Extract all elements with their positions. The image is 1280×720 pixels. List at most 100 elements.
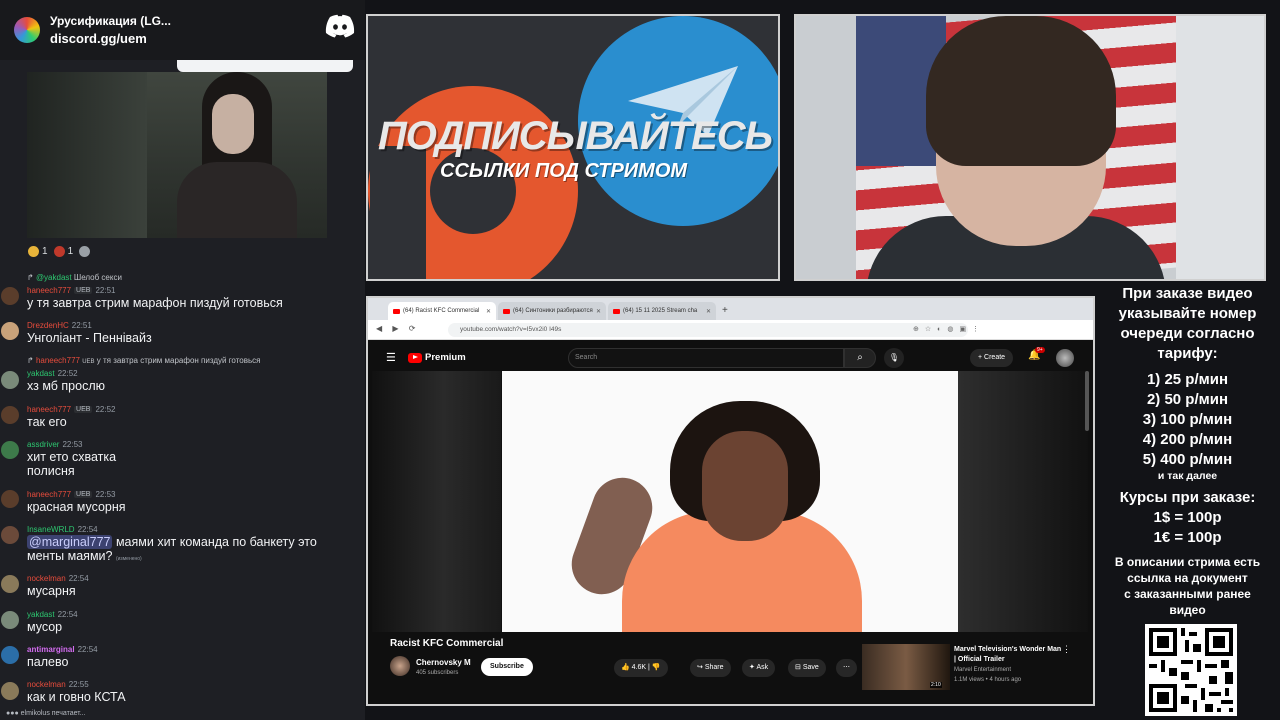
reply-preview[interactable]: ↱ haneech777 UEB у тя завтра стрим мараф… [27, 356, 260, 365]
avatar[interactable] [1, 371, 19, 389]
avatar[interactable] [1, 682, 19, 700]
scrollbar[interactable] [1085, 371, 1089, 431]
channel-name[interactable]: Chernovsky M [416, 658, 471, 667]
timestamp: 22:51 [95, 286, 116, 295]
reaction-heart-eyes[interactable]: 1 [53, 243, 73, 259]
message-text: Унголіант - Пеннівайз [27, 331, 152, 345]
message-meta: haneech777 UEB 22:52 [27, 405, 115, 414]
avatar[interactable] [1, 646, 19, 664]
close-tab-icon[interactable]: ✕ [706, 308, 711, 315]
username[interactable]: haneech777 [27, 405, 71, 414]
info-note-line: ссылка на документ [1127, 571, 1248, 585]
tab-stream-chat[interactable]: (64) 15 11 2025 Stream cha ✕ [608, 302, 716, 320]
more-icon[interactable]: ⋮ [1062, 644, 1071, 655]
embedded-image[interactable] [27, 72, 327, 238]
user-mention[interactable]: @marginal777 [27, 535, 113, 549]
username[interactable]: InsaneWRLD [27, 525, 75, 534]
like-button[interactable]: 👍 4.6K | 👎 [614, 659, 668, 677]
reply-preview[interactable]: ↱ @yakdast Шелоб секси [27, 273, 122, 282]
user-tag: UEB [74, 406, 93, 413]
mic-icon[interactable]: 🎙 [884, 348, 904, 368]
info-heading-line: очереди согласно [1120, 325, 1255, 342]
reaction-medal[interactable]: 1 [28, 243, 48, 259]
timestamp: 22:53 [62, 440, 83, 449]
message-text: палево [27, 655, 69, 669]
avatar[interactable] [1, 490, 19, 508]
message-text: как и говно КСТА [27, 690, 126, 704]
tariff-item: 5) 400 р/мин [1142, 451, 1233, 468]
username[interactable]: antimarginal [27, 645, 75, 654]
message-text: у тя завтра стрим марафон пиздуй готовьс… [27, 296, 283, 310]
nav-buttons[interactable]: ◀ ▶ ⟳ [376, 324, 419, 333]
account-avatar[interactable] [1056, 349, 1074, 367]
chat-top-bar [177, 60, 353, 72]
recommended-title[interactable]: Marvel Television's Wonder Man | Officia… [954, 645, 1064, 665]
server-icon [14, 17, 40, 43]
extension-icons[interactable]: ⊕☆◐◍▣⋮ [913, 325, 985, 333]
username[interactable]: DrezdenHC [27, 321, 69, 330]
avatar[interactable] [1, 287, 19, 305]
username[interactable]: yakdast [27, 610, 55, 619]
tariff-item: 4) 200 р/мин [1142, 431, 1233, 448]
coin-icon [79, 245, 91, 257]
tariff-more: и так далее [1157, 470, 1218, 482]
username[interactable]: nockelman [27, 574, 66, 583]
username[interactable]: haneech777 [27, 490, 71, 499]
video-frame [502, 371, 958, 632]
search-input[interactable]: Search [568, 348, 844, 368]
message-text: хит ето схватка [27, 450, 117, 464]
ask-button[interactable]: ✦ Ask [742, 659, 776, 677]
save-button[interactable]: ⊟ Save [788, 659, 826, 677]
browser-window: (64) Racist KFC Commercial ✕ (64) Синтони… [366, 296, 1095, 706]
close-tab-icon[interactable]: ✕ [486, 308, 491, 315]
message-meta: yakdast 22:52 [27, 369, 78, 378]
username[interactable]: assdriver [27, 440, 59, 449]
channel-avatar[interactable] [390, 656, 410, 676]
url-input[interactable]: youtube.com/watch?v=I5vx2i0 I49s [448, 323, 968, 337]
close-tab-icon[interactable]: ✕ [596, 308, 601, 315]
avatar[interactable] [1, 322, 19, 340]
username[interactable]: yakdast [27, 369, 55, 378]
recommended-channel[interactable]: Marvel Entertainment [954, 667, 1011, 673]
thumbs-down-icon[interactable]: 👎 [652, 664, 661, 671]
avatar[interactable] [1, 575, 19, 593]
message-meta: InsaneWRLD 22:54 [27, 525, 98, 534]
message-meta: nockelman 22:55 [27, 680, 89, 689]
username[interactable]: haneech777 [27, 286, 71, 295]
create-button[interactable]: + Create [970, 349, 1014, 367]
subscriber-count: 405 subscribers [416, 670, 459, 676]
avatar[interactable] [1, 441, 19, 459]
menu-icon[interactable]: ☰ [386, 351, 396, 364]
banner-title: ПОДПИСЫВАЙТЕСЬ [377, 114, 773, 158]
tab-sintoniki[interactable]: (64) Синтоники разбираются ✕ [498, 302, 606, 320]
avatar[interactable] [1, 406, 19, 424]
video-player[interactable] [372, 371, 1088, 632]
add-reaction[interactable] [79, 243, 91, 259]
thumbs-up-icon: 👍 [621, 664, 630, 671]
webcam-feed [794, 14, 1266, 281]
message-text: мусарня [27, 584, 76, 598]
message-meta: antimarginal 22:54 [27, 645, 98, 654]
message-meta: assdriver 22:53 [27, 440, 82, 449]
user-tag: UEB [74, 491, 93, 498]
avatar[interactable] [1, 611, 19, 629]
rates-title: Курсы при заказе: [1119, 489, 1256, 506]
subscribe-button[interactable]: Subscribe [481, 658, 533, 676]
share-button[interactable]: ↪ Share [690, 659, 731, 677]
avatar[interactable] [1, 526, 19, 544]
new-tab-button[interactable]: + [722, 302, 728, 320]
username[interactable]: nockelman [27, 680, 66, 689]
youtube-logo[interactable]: Premium [408, 352, 466, 363]
discord-icon [325, 14, 355, 38]
more-actions-button[interactable]: ⋯ [836, 659, 857, 677]
info-note-line: видео [1169, 603, 1206, 617]
chat-panel: Урусификация (LG... discord.gg/uem 1 1 ↱… [0, 0, 365, 720]
user-tag: UEB [74, 287, 93, 294]
invite-link[interactable]: discord.gg/uem [50, 30, 171, 47]
discord-header[interactable]: Урусификация (LG... discord.gg/uem [0, 0, 365, 60]
tab-racist-kfc[interactable]: (64) Racist KFC Commercial ✕ [388, 302, 496, 320]
message-meta: haneech777 UEB 22:53 [27, 490, 115, 499]
search-icon[interactable]: ⌕ [844, 348, 876, 368]
message-text-line2: менты маями? (изменено) [27, 549, 142, 563]
qr-code[interactable] [1145, 624, 1237, 716]
